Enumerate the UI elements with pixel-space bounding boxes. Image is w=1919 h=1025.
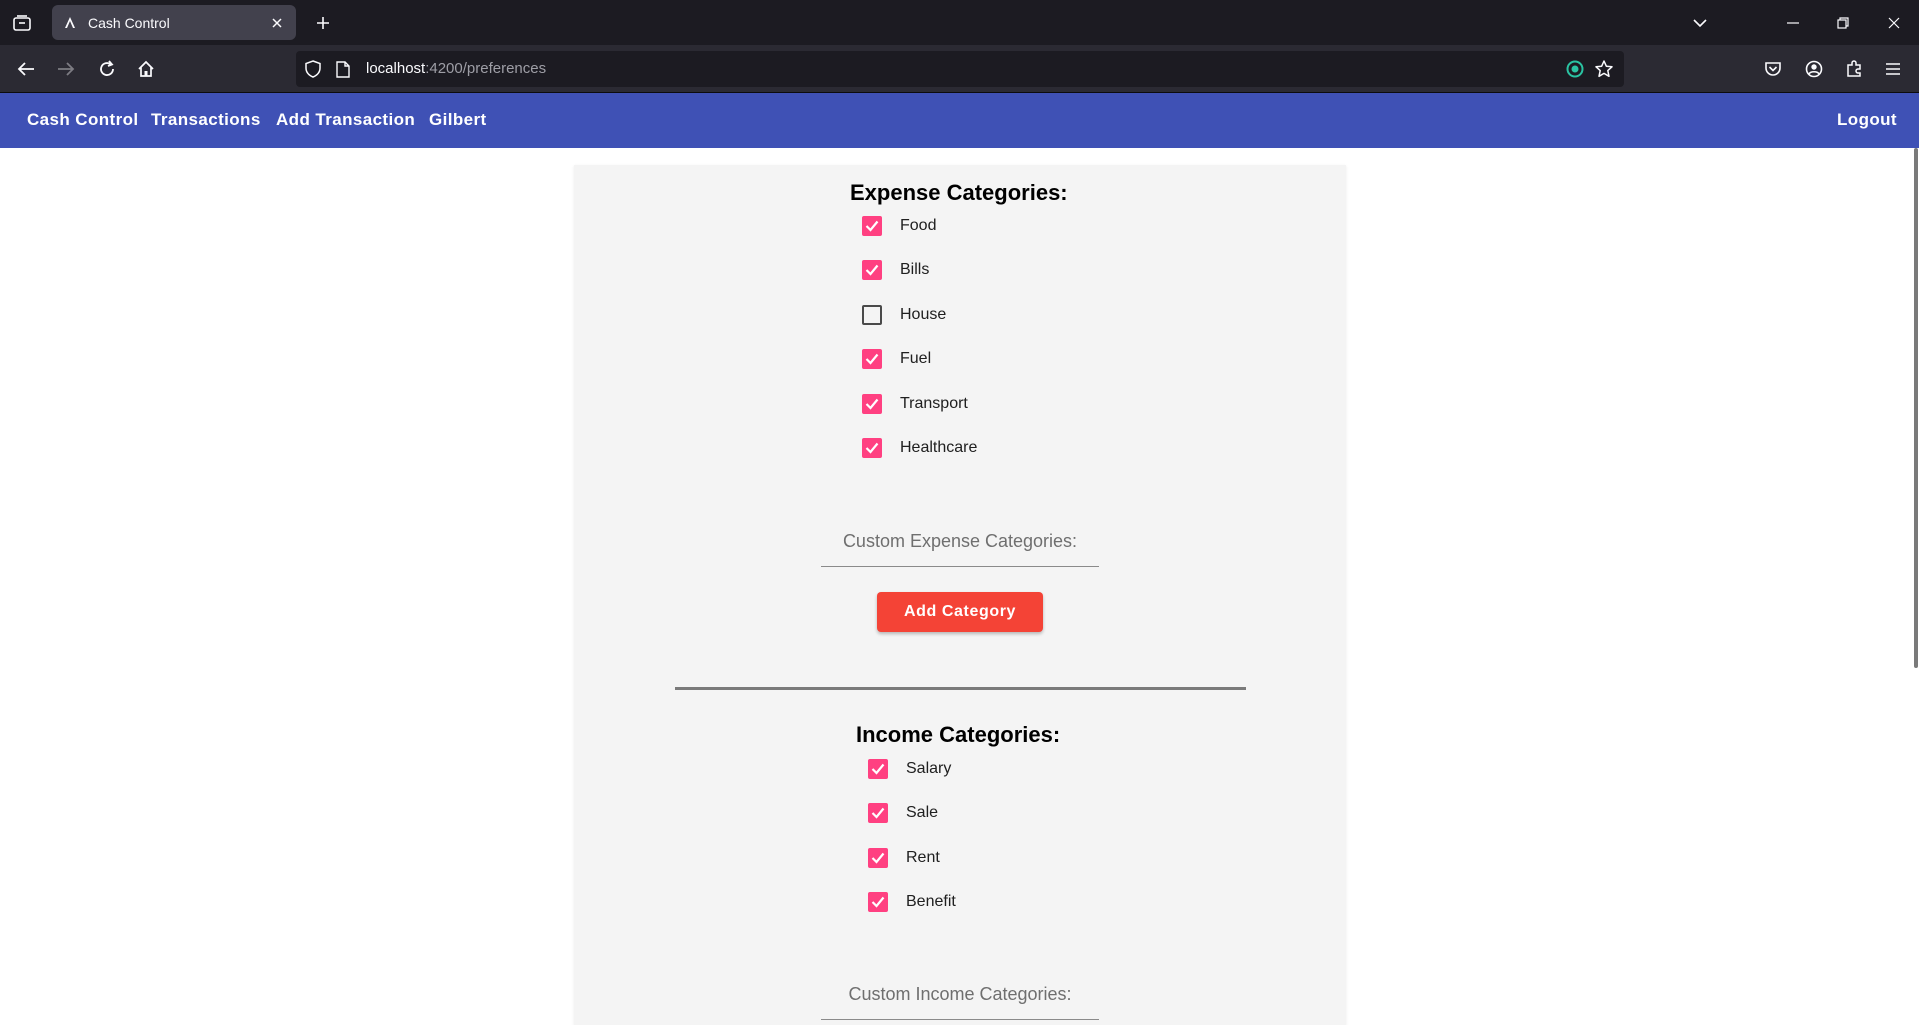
- input-underline: [821, 566, 1099, 567]
- page-scrollbar[interactable]: [1913, 148, 1919, 1022]
- back-arrow-icon[interactable]: [14, 57, 38, 81]
- checkbox-checked-icon[interactable]: [862, 394, 882, 414]
- input-underline: [821, 1019, 1099, 1020]
- restore-icon[interactable]: [1831, 11, 1855, 35]
- income-category-rent[interactable]: Rent: [868, 844, 940, 872]
- income-category-sale[interactable]: Sale: [868, 799, 938, 827]
- url-host: localhost: [366, 60, 426, 77]
- expense-category-healthcare[interactable]: Healthcare: [862, 434, 977, 462]
- forward-arrow-icon[interactable]: [54, 57, 78, 81]
- bookmark-star-icon[interactable]: [1594, 59, 1614, 79]
- browser-tab-active[interactable]: Cash Control: [52, 5, 296, 40]
- checkbox-checked-icon[interactable]: [868, 759, 888, 779]
- expense-category-fuel[interactable]: Fuel: [862, 345, 931, 373]
- custom-expense-placeholder: Custom Expense Categories:: [842, 531, 1078, 551]
- browser-tab-bar: Cash Control: [0, 0, 1919, 45]
- section-divider: [675, 687, 1246, 690]
- minimize-icon[interactable]: [1781, 11, 1805, 35]
- expense-category-food[interactable]: Food: [862, 212, 936, 240]
- page-info-icon[interactable]: [334, 60, 352, 78]
- checkbox-label: Salary: [906, 760, 952, 777]
- address-bar[interactable]: localhost:4200/preferences: [296, 51, 1624, 87]
- checkbox-label: House: [900, 306, 947, 323]
- income-categories-title: Income Categories:: [856, 722, 1061, 747]
- expense-categories-title: Expense Categories:: [850, 180, 1068, 205]
- app-toolbar: Cash Control Transactions Add Transactio…: [0, 93, 1919, 148]
- account-icon[interactable]: [1802, 57, 1826, 81]
- custom-income-category-input[interactable]: Custom Income Categories:: [821, 976, 1099, 1020]
- tab-close-icon[interactable]: [268, 14, 286, 32]
- pocket-icon[interactable]: [1761, 57, 1785, 81]
- checkbox-checked-icon[interactable]: [862, 349, 882, 369]
- checkbox-unchecked-icon[interactable]: [862, 305, 882, 325]
- checkbox-label: Food: [900, 217, 937, 234]
- tab-title: Cash Control: [88, 14, 170, 31]
- new-tab-icon[interactable]: [311, 11, 335, 35]
- checkbox-checked-icon[interactable]: [868, 803, 888, 823]
- url-path: :4200/preferences: [425, 60, 547, 77]
- income-category-benefit[interactable]: Benefit: [868, 888, 956, 916]
- checkbox-label: Sale: [906, 804, 939, 821]
- preferences-card: Expense Categories: Food Bills House Fue…: [574, 165, 1346, 1025]
- checkbox-label: Bills: [900, 261, 930, 278]
- checkbox-label: Transport: [900, 395, 968, 412]
- custom-income-placeholder: Custom Income Categories:: [848, 984, 1072, 1004]
- checkbox-checked-icon[interactable]: [868, 892, 888, 912]
- nav-user-gilbert[interactable]: Gilbert: [429, 110, 487, 130]
- custom-expense-category-input[interactable]: Custom Expense Categories:: [821, 523, 1099, 567]
- angular-favicon-icon: [62, 15, 78, 31]
- checkbox-label: Healthcare: [900, 439, 978, 456]
- checkbox-label: Fuel: [900, 350, 932, 367]
- checkbox-label: Rent: [906, 849, 940, 866]
- nav-logout[interactable]: Logout: [1837, 110, 1897, 130]
- checkbox-label: Benefit: [906, 893, 956, 910]
- extension-indicator-icon[interactable]: [1566, 60, 1584, 78]
- tab-overflow-chevron-icon[interactable]: [1688, 11, 1712, 35]
- nav-transactions[interactable]: Transactions: [151, 110, 261, 130]
- expense-category-house[interactable]: House: [862, 301, 946, 329]
- nav-add-transaction[interactable]: Add Transaction: [276, 110, 415, 130]
- reload-icon[interactable]: [95, 57, 119, 81]
- expense-category-transport[interactable]: Transport: [862, 390, 968, 418]
- checkbox-checked-icon[interactable]: [862, 216, 882, 236]
- checkbox-checked-icon[interactable]: [862, 260, 882, 280]
- nav-brand-cash-control[interactable]: Cash Control: [27, 110, 139, 130]
- browser-nav-bar: localhost:4200/preferences: [0, 45, 1919, 93]
- window-close-icon[interactable]: [1882, 11, 1906, 35]
- expense-category-bills[interactable]: Bills: [862, 256, 929, 284]
- menu-hamburger-icon[interactable]: [1881, 57, 1905, 81]
- checkbox-checked-icon[interactable]: [868, 848, 888, 868]
- scrollbar-thumb[interactable]: [1914, 148, 1918, 668]
- income-category-salary[interactable]: Salary: [868, 755, 951, 783]
- url-text: localhost:4200/preferences: [366, 60, 546, 77]
- checkbox-checked-icon[interactable]: [862, 438, 882, 458]
- add-category-button[interactable]: Add Category: [877, 592, 1043, 632]
- shield-icon[interactable]: [304, 60, 322, 78]
- tab-list-icon[interactable]: [10, 11, 34, 35]
- home-icon[interactable]: [134, 57, 158, 81]
- extensions-puzzle-icon[interactable]: [1842, 57, 1866, 81]
